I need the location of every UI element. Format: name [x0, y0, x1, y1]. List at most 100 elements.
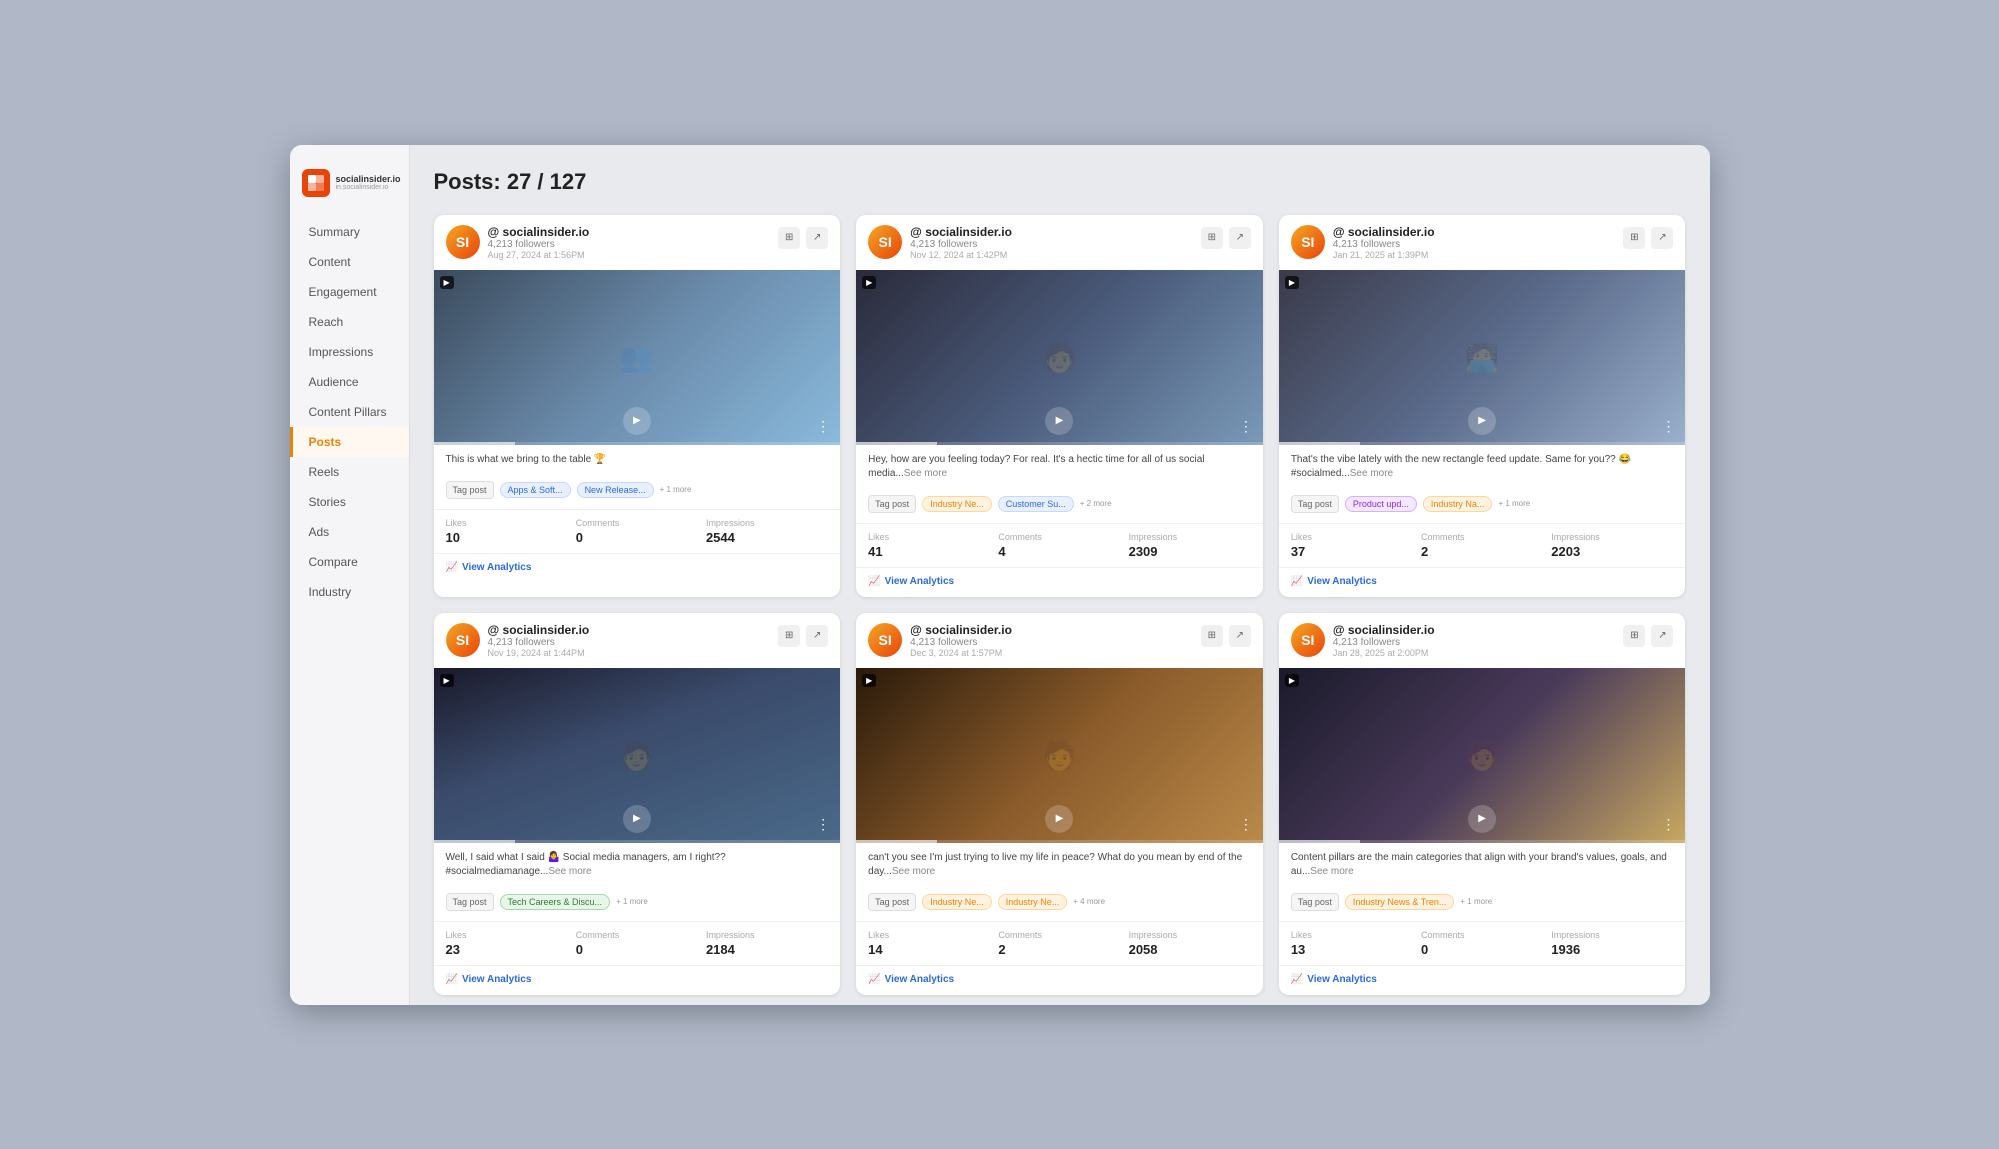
view-analytics-button-4[interactable]: 📈 View Analytics [446, 974, 829, 985]
sidebar-item-industry[interactable]: Industry [290, 577, 409, 607]
sidebar-item-reach[interactable]: Reach [290, 307, 409, 337]
sidebar-item-ads[interactable]: Ads [290, 517, 409, 547]
see-more-4[interactable]: See more [548, 866, 591, 877]
sidebar-nav: Summary Content Engagement Reach Impress… [290, 217, 409, 607]
post-account-name-1: @ socialinsider.io [488, 225, 829, 239]
external-link-button-3[interactable]: ↗ [1651, 227, 1673, 249]
see-more-3[interactable]: See more [1350, 468, 1393, 479]
see-more-6[interactable]: See more [1310, 866, 1353, 877]
view-analytics-button-5[interactable]: 📈 View Analytics [868, 974, 1251, 985]
tag-extra-1: + 1 more [660, 485, 692, 494]
tag-select-4[interactable]: Tag post [446, 893, 494, 911]
sidebar-item-compare[interactable]: Compare [290, 547, 409, 577]
post-thumbnail-4: 🧑 ▶ ▶ ⋮ [434, 668, 841, 843]
page-title: Posts: 27 / 127 [434, 169, 1686, 195]
more-button-3[interactable]: ⋮ [1661, 418, 1675, 435]
view-analytics-button-6[interactable]: 📈 View Analytics [1291, 974, 1674, 985]
post-stats-4: Likes 23 Comments 0 Impressions 2184 [434, 921, 841, 965]
play-button-5[interactable]: ▶ [1045, 805, 1073, 833]
post-followers-1: 4,213 followers [488, 239, 829, 250]
stat-impressions-1: Impressions 2544 [706, 518, 828, 545]
tag-select-5[interactable]: Tag post [868, 893, 916, 911]
sidebar-item-engagement[interactable]: Engagement [290, 277, 409, 307]
post-header-1: SI @ socialinsider.io 4,213 followers Au… [434, 215, 841, 270]
tag-industry-5b[interactable]: Industry Ne... [998, 894, 1068, 910]
external-link-button-4[interactable]: ↗ [806, 625, 828, 647]
sidebar-item-posts[interactable]: Posts [290, 427, 409, 457]
play-button-1[interactable]: ▶ [623, 407, 651, 435]
tag-product-3[interactable]: Product upd... [1345, 496, 1417, 512]
sidebar-item-stories[interactable]: Stories [290, 487, 409, 517]
play-button-6[interactable]: ▶ [1468, 805, 1496, 833]
tag-select-1[interactable]: Tag post [446, 481, 494, 499]
post-thumbnail-5: 🧑 ▶ ▶ ⋮ [856, 668, 1263, 843]
external-link-button-5[interactable]: ↗ [1229, 625, 1251, 647]
tag-apps-1[interactable]: Apps & Soft... [500, 482, 571, 498]
play-button-3[interactable]: ▶ [1468, 407, 1496, 435]
tag-release-1[interactable]: New Release... [577, 482, 654, 498]
post-header-5: SI @ socialinsider.io 4,213 followers De… [856, 613, 1263, 668]
tag-industry-3[interactable]: Industry Na... [1423, 496, 1493, 512]
sidebar-item-content[interactable]: Content [290, 247, 409, 277]
sidebar-item-content-pillars[interactable]: Content Pillars [290, 397, 409, 427]
post-header-3: SI @ socialinsider.io 4,213 followers Ja… [1279, 215, 1686, 270]
post-footer-3: 📈 View Analytics [1279, 567, 1686, 597]
stat-likes-5: Likes 14 [868, 930, 990, 957]
post-card-2: SI @ socialinsider.io 4,213 followers No… [856, 215, 1263, 597]
bookmark-button-5[interactable]: ⊞ [1201, 625, 1223, 647]
view-analytics-button-2[interactable]: 📈 View Analytics [868, 576, 1251, 587]
post-tags-3: Tag post Product upd... Industry Na... +… [1279, 489, 1686, 519]
sidebar: socialinsider.io in.socialinsider.io Sum… [290, 145, 410, 1005]
analytics-icon-2: 📈 [868, 576, 880, 587]
more-button-4[interactable]: ⋮ [816, 816, 830, 833]
see-more-5[interactable]: See more [892, 866, 935, 877]
bookmark-button-3[interactable]: ⊞ [1623, 227, 1645, 249]
stat-comments-1: Comments 0 [576, 518, 698, 545]
external-link-button-2[interactable]: ↗ [1229, 227, 1251, 249]
post-date-3: Jan 21, 2025 at 1:39PM [1333, 250, 1674, 260]
sidebar-item-reels[interactable]: Reels [290, 457, 409, 487]
post-account-name-2: @ socialinsider.io [910, 225, 1251, 239]
post-header-actions-5: ⊞ ↗ [1201, 625, 1251, 647]
more-button-1[interactable]: ⋮ [816, 418, 830, 435]
post-account-info-1: @ socialinsider.io 4,213 followers Aug 2… [488, 225, 829, 260]
tag-industry-2[interactable]: Industry Ne... [922, 496, 992, 512]
stat-comments-5: Comments 2 [998, 930, 1120, 957]
play-button-4[interactable]: ▶ [623, 805, 651, 833]
view-analytics-button-1[interactable]: 📈 View Analytics [446, 562, 829, 573]
more-button-2[interactable]: ⋮ [1239, 418, 1253, 435]
sidebar-item-summary[interactable]: Summary [290, 217, 409, 247]
tag-select-3[interactable]: Tag post [1291, 495, 1339, 513]
more-button-5[interactable]: ⋮ [1239, 816, 1253, 833]
post-stats-3: Likes 37 Comments 2 Impressions 2203 [1279, 523, 1686, 567]
post-caption-2: Hey, how are you feeling today? For real… [856, 445, 1263, 489]
sidebar-item-audience[interactable]: Audience [290, 367, 409, 397]
tag-industry-5a[interactable]: Industry Ne... [922, 894, 992, 910]
post-tags-2: Tag post Industry Ne... Customer Su... +… [856, 489, 1263, 519]
post-tags-5: Tag post Industry Ne... Industry Ne... +… [856, 887, 1263, 917]
tag-industry-news-6[interactable]: Industry News & Tren... [1345, 894, 1455, 910]
post-account-name-3: @ socialinsider.io [1333, 225, 1674, 239]
tag-select-2[interactable]: Tag post [868, 495, 916, 513]
stat-impressions-2: Impressions 2309 [1129, 532, 1251, 559]
external-link-button-1[interactable]: ↗ [806, 227, 828, 249]
bookmark-button-1[interactable]: ⊞ [778, 227, 800, 249]
post-card-3: SI @ socialinsider.io 4,213 followers Ja… [1279, 215, 1686, 597]
tag-tech-4[interactable]: Tech Careers & Discu... [500, 894, 611, 910]
video-badge-4: ▶ [440, 674, 454, 687]
sidebar-item-impressions[interactable]: Impressions [290, 337, 409, 367]
post-followers-5: 4,213 followers [910, 637, 1251, 648]
post-card-5: SI @ socialinsider.io 4,213 followers De… [856, 613, 1263, 995]
play-button-2[interactable]: ▶ [1045, 407, 1073, 435]
bookmark-button-4[interactable]: ⊞ [778, 625, 800, 647]
video-badge-2: ▶ [862, 276, 876, 289]
post-followers-6: 4,213 followers [1333, 637, 1674, 648]
more-button-6[interactable]: ⋮ [1661, 816, 1675, 833]
see-more-2[interactable]: See more [904, 468, 947, 479]
external-link-button-6[interactable]: ↗ [1651, 625, 1673, 647]
tag-select-6[interactable]: Tag post [1291, 893, 1339, 911]
bookmark-button-6[interactable]: ⊞ [1623, 625, 1645, 647]
tag-customer-2[interactable]: Customer Su... [998, 496, 1074, 512]
view-analytics-button-3[interactable]: 📈 View Analytics [1291, 576, 1674, 587]
bookmark-button-2[interactable]: ⊞ [1201, 227, 1223, 249]
